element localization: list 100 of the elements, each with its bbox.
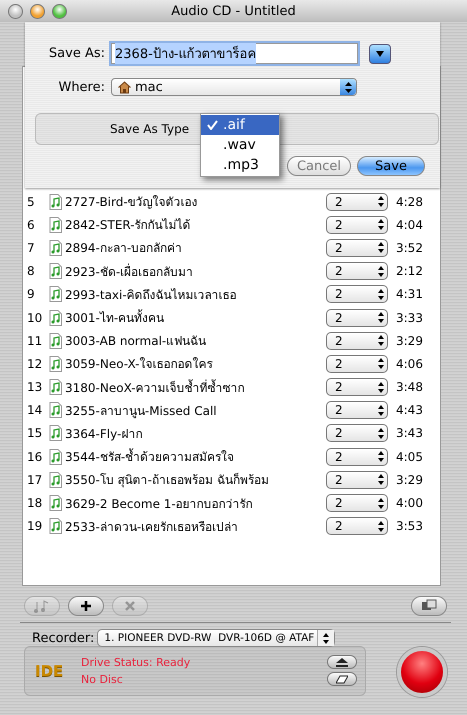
music-file-icon [49,356,62,372]
pause-popup[interactable]: 2 [326,494,388,512]
burn-button[interactable] [397,647,447,697]
track-number: 9 [26,287,36,302]
stepper-arrows-icon [378,404,384,416]
track-number: 8 [26,264,36,278]
music-file-icon [49,310,62,326]
music-file-icon [49,263,62,280]
pause-popup[interactable]: 2 [326,216,388,234]
stepper-arrows-icon [378,358,384,370]
pause-popup[interactable]: 2 [326,308,388,327]
track-length: 4:04 [396,218,424,232]
eject-button[interactable] [327,655,357,669]
track-length: 3:43 [396,426,424,440]
stepper-arrows-icon [378,288,384,300]
track-number: 14 [26,403,44,418]
pause-popup[interactable]: 2 [326,354,388,373]
interface-label: IDE [35,662,64,680]
pause-popup[interactable]: 2 [326,470,388,489]
track-length: 4:31 [396,287,424,302]
track-title: 2842-STER-รักกันไม่ได้ [65,217,192,234]
menu-item[interactable]: .aif [201,115,279,135]
music-file-icon [49,472,62,488]
music-file-icon [49,518,62,534]
track-title: 3255-ลาบานูน-Missed Call [65,402,218,420]
music-notes-icon [34,599,50,613]
save-button[interactable]: Save [357,156,425,176]
house-icon [118,80,131,94]
pause-popup[interactable]: 2 [326,378,388,396]
music-file-icon [49,448,62,465]
stepper-arrows-icon [378,335,384,346]
stepper-arrows-icon [378,382,384,393]
stepper-arrows-icon [378,474,384,486]
track-number: 12 [26,356,44,371]
track-number: 15 [26,426,44,440]
stepper-arrows-icon [378,451,384,462]
track-length: 3:29 [396,334,424,348]
pause-popup[interactable]: 2 [326,401,388,420]
erase-button[interactable] [327,672,357,686]
stepper-arrows-icon [344,82,352,92]
window-icon [421,599,437,613]
stepper-arrows-icon [378,498,384,509]
pause-popup[interactable]: 2 [326,192,388,211]
music-file-icon [49,194,62,210]
track-title: 3059-Neo-X-ใจเธอกอดใคร [65,356,214,374]
disclosure-button[interactable] [369,44,391,64]
track-number: 7 [26,240,36,255]
menu-item[interactable]: .mp3 [201,155,279,175]
window-title: Audio CD - Untitled [171,4,296,18]
track-number: 10 [26,310,44,325]
track-number: 6 [26,218,36,232]
pause-popup[interactable]: 2 [326,517,388,536]
track-title: 2894-กะลา-บอกลักค่า [65,240,184,258]
close-button[interactable] [8,4,23,18]
drive-status-text: No Disc [81,672,124,686]
save-as-field[interactable]: 2368-ป้าง-แก้วตาขาร็อค [111,43,358,64]
minimize-button[interactable] [30,4,45,18]
pause-popup[interactable]: 2 [326,424,388,442]
pause-popup[interactable]: 2 [326,238,388,257]
track-length: 3:29 [396,472,424,487]
track-title: 2993-taxi-คิดถึงฉันไหมเวลาเธอ [65,286,238,304]
music-file-icon [49,425,62,442]
track-title: 3544-ชรัส-ช้ำด้วยความสมัครใจ [65,447,236,466]
track-number: 13 [26,380,44,394]
music-file-icon [49,379,62,396]
track-title: 2727-Bird-ขวัญใจตัวเอง [65,194,199,212]
track-length: 2:12 [396,264,424,278]
stepper-arrows-icon [378,242,384,254]
zoom-button[interactable] [52,4,67,18]
drive-status-text: Drive Status: Ready [81,656,192,668]
stepper-arrows-icon [378,266,384,277]
where-popup[interactable]: mac [111,78,357,96]
stepper-arrows-icon [378,312,384,324]
checkmark-icon [207,120,218,130]
track-number: 16 [26,450,44,464]
view-button[interactable] [411,596,447,616]
recorder-label: Recorder: [32,630,94,646]
pause-popup[interactable]: 2 [326,262,388,280]
menu-item[interactable]: .wav [201,135,279,155]
track-title: 3003-AB normal-แฟนฉัน [65,333,208,350]
add-button[interactable] [68,596,104,616]
pause-popup[interactable]: 2 [326,448,388,466]
music-file-icon [49,332,62,349]
track-length: 4:06 [396,356,424,371]
triangle-down-icon [376,50,384,56]
track-title: 3550-โบ สุนิตา-ถ้าเธอพร้อม ฉันก็พร้อม [65,472,270,490]
track-title: 3001-ไท-คนทั้งคน [65,308,166,328]
music-file-icon [49,402,62,418]
track-length: 4:28 [396,194,424,209]
track-length: 3:48 [396,380,424,394]
pause-popup[interactable]: 2 [326,285,388,304]
save-as-type-label: Save As Type [110,122,190,136]
pause-popup[interactable]: 2 [326,332,388,350]
cancel-button[interactable]: Cancel [287,156,351,176]
music-file-icon [49,216,62,233]
stepper-arrows-icon [378,219,384,230]
recorder-popup[interactable]: 1. PIONEER DVD-RW DVR-106D @ ATAF [97,629,336,647]
track-length: 4:43 [396,403,424,418]
track-length: 4:05 [396,450,424,464]
plus-icon [78,599,94,613]
